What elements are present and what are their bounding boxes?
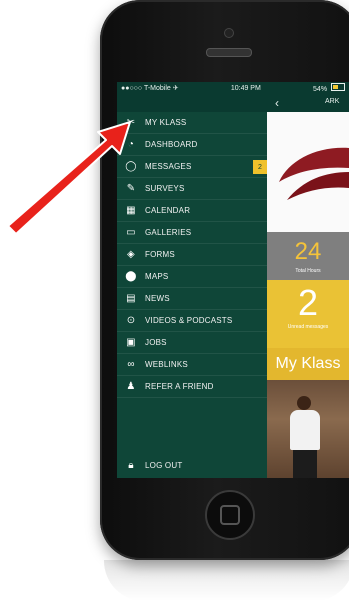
red-pointer-arrow-icon [7, 121, 131, 235]
